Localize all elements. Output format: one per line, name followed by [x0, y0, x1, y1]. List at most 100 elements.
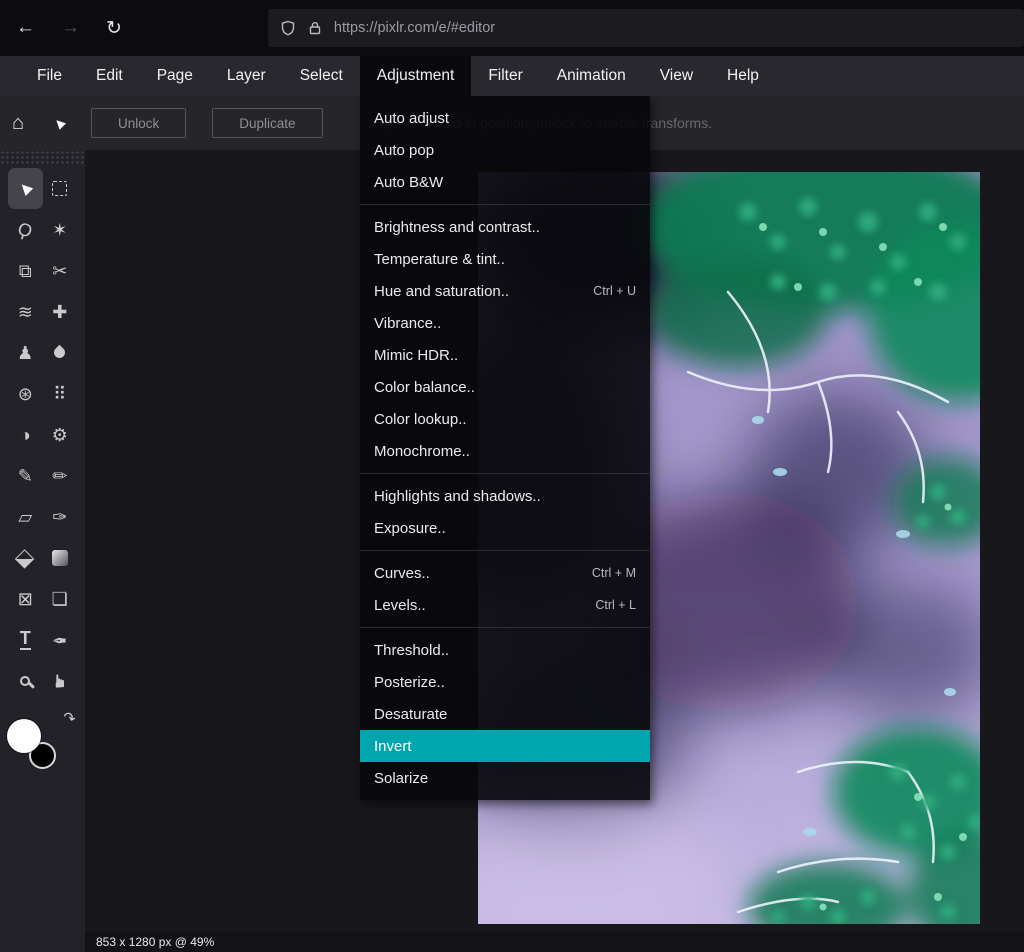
menu-item-solarize[interactable]: Solarize	[360, 762, 650, 794]
clone-stamp-icon: ♟	[17, 344, 33, 362]
lasso-icon: Ϙ	[16, 219, 35, 241]
back-icon[interactable]: ←	[16, 17, 35, 39]
arrange-tool[interactable]: ►	[8, 168, 43, 209]
home-icon[interactable]: ⌂	[12, 112, 24, 135]
menu-item-hue-and-saturation[interactable]: Hue and saturation..Ctrl + U	[360, 275, 650, 307]
foreground-color-swatch[interactable]	[7, 719, 41, 753]
menu-help[interactable]: Help	[710, 56, 776, 96]
sharpen-tool[interactable]: ⚙	[43, 414, 78, 455]
menu-adjustment[interactable]: Adjustment	[360, 56, 472, 96]
zoom-tool[interactable]	[8, 660, 43, 701]
menu-item-label: Auto pop	[374, 142, 636, 159]
menu-item-brightness-and-contrast[interactable]: Brightness and contrast..	[360, 211, 650, 243]
eraser-tool[interactable]: ▱	[8, 496, 43, 537]
menu-item-shortcut: Ctrl + L	[595, 598, 636, 612]
pen-tool[interactable]: ✎	[8, 455, 43, 496]
menu-item-label: Mimic HDR..	[374, 347, 636, 364]
crop-tool[interactable]: ⧉	[8, 250, 43, 291]
pencil-tool[interactable]: ✏	[43, 455, 78, 496]
statusbar: 853 x 1280 px @ 49%	[85, 932, 1024, 952]
menu-item-auto-pop[interactable]: Auto pop	[360, 134, 650, 166]
lock-icon	[307, 20, 323, 36]
menu-item-label: Hue and saturation..	[374, 283, 593, 300]
swap-colors-icon[interactable]: ↷	[61, 708, 78, 729]
menu-layer[interactable]: Layer	[210, 56, 283, 96]
sidebar-texture	[0, 150, 85, 166]
menu-item-posterize[interactable]: Posterize..	[360, 666, 650, 698]
unlock-button[interactable]: Unlock	[91, 108, 186, 138]
blur-tool[interactable]	[43, 332, 78, 373]
menu-item-label: Auto adjust	[374, 110, 636, 127]
cutout-tool[interactable]: ✂	[43, 250, 78, 291]
brush-icon: ✑	[52, 508, 67, 526]
menu-animation[interactable]: Animation	[540, 56, 643, 96]
pattern-icon: ⊛	[18, 385, 33, 403]
menu-item-label: Vibrance..	[374, 315, 636, 332]
menu-item-desaturate[interactable]: Desaturate	[360, 698, 650, 730]
hand-tool[interactable]: ☛	[43, 660, 78, 701]
duplicate-button[interactable]: Duplicate	[212, 108, 322, 138]
adjustment-dropdown: Auto adjust Auto pop Auto B&W Brightness an…	[360, 96, 650, 800]
menu-item-label: Brightness and contrast..	[374, 219, 636, 236]
menu-page[interactable]: Page	[140, 56, 210, 96]
frame-tool[interactable]: ⊠	[8, 578, 43, 619]
menu-item-levels[interactable]: Levels..Ctrl + L	[360, 589, 650, 621]
menu-item-exposure[interactable]: Exposure..	[360, 512, 650, 544]
wand-tool[interactable]: ✶	[43, 209, 78, 250]
hand-icon: ☛	[51, 672, 69, 688]
menu-view[interactable]: View	[643, 56, 710, 96]
clone-stamp-tool[interactable]: ♟	[8, 332, 43, 373]
menu-select[interactable]: Select	[283, 56, 360, 96]
menu-item-color-balance[interactable]: Color balance..	[360, 371, 650, 403]
menubar: FileEditPageLayerSelectAdjustmentFilterA…	[0, 56, 1024, 96]
shield-icon[interactable]	[280, 20, 296, 36]
menu-item-monochrome[interactable]: Monochrome..	[360, 435, 650, 467]
menu-item-label: Auto B&W	[374, 174, 636, 191]
color-picker-tool[interactable]: ✒	[43, 619, 78, 660]
menu-item-auto-adjust[interactable]: Auto adjust	[360, 102, 650, 134]
menu-item-mimic-hdr[interactable]: Mimic HDR..	[360, 339, 650, 371]
menu-item-highlights-and-shadows[interactable]: Highlights and shadows..	[360, 480, 650, 512]
menu-file[interactable]: File	[20, 56, 79, 96]
menu-item-label: Solarize	[374, 770, 636, 787]
menu-item-label: Levels..	[374, 597, 595, 614]
menu-item-label: Monochrome..	[374, 443, 636, 460]
menu-item-temperature-tint[interactable]: Temperature & tint..	[360, 243, 650, 275]
dodge-burn-tool[interactable]: ◑	[8, 414, 43, 455]
text-tool[interactable]: T	[8, 619, 43, 660]
menu-item-color-lookup[interactable]: Color lookup..	[360, 403, 650, 435]
fill-tool[interactable]: ◪	[8, 537, 43, 578]
gradient-tool[interactable]	[43, 537, 78, 578]
url-bar[interactable]: https://pixlr.com/e/#editor	[268, 9, 1024, 47]
arrange-icon: ►	[13, 176, 38, 201]
menu-item-threshold[interactable]: Threshold..	[360, 634, 650, 666]
marquee-tool[interactable]	[43, 168, 78, 209]
tool-sidebar: ► Ϙ ✶⧉ ✂ ≋✚ ♟ ⊛ ⠿ ◑ ⚙✎✏▱ ✑ ◪⊠❏T✒ ☛ ↷	[0, 150, 85, 952]
menu-divider	[360, 473, 650, 474]
menu-filter[interactable]: Filter	[471, 56, 539, 96]
menu-item-auto-b-w[interactable]: Auto B&W	[360, 166, 650, 198]
cutout-icon: ✂	[52, 262, 67, 280]
blur-icon	[52, 345, 68, 361]
dodge-burn-icon: ◑	[20, 426, 31, 444]
pattern-tool[interactable]: ⊛	[8, 373, 43, 414]
zoom-icon	[20, 676, 30, 686]
shape-tool[interactable]: ❏	[43, 578, 78, 619]
url-text[interactable]: https://pixlr.com/e/#editor	[334, 20, 495, 36]
menu-item-label: Temperature & tint..	[374, 251, 636, 268]
pixlr-editor-window: ← → ↻ https://pixlr.com/e/#editor FileEd…	[0, 0, 1024, 952]
menu-edit[interactable]: Edit	[79, 56, 140, 96]
liquify-tool[interactable]: ≋	[8, 291, 43, 332]
refresh-icon[interactable]: ↻	[106, 17, 122, 40]
brush-tool[interactable]: ✑	[43, 496, 78, 537]
tools-grid: ► Ϙ ✶⧉ ✂ ≋✚ ♟ ⊛ ⠿ ◑ ⚙✎✏▱ ✑ ◪⊠❏T✒ ☛	[0, 166, 85, 701]
lasso-tool[interactable]: Ϙ	[8, 209, 43, 250]
menu-item-curves[interactable]: Curves..Ctrl + M	[360, 557, 650, 589]
menu-item-vibrance[interactable]: Vibrance..	[360, 307, 650, 339]
menu-item-shortcut: Ctrl + U	[593, 284, 636, 298]
menu-item-invert[interactable]: Invert	[360, 730, 650, 762]
menu-divider	[360, 550, 650, 551]
sponge-tool[interactable]: ⠿	[43, 373, 78, 414]
heal-tool[interactable]: ✚	[43, 291, 78, 332]
forward-icon[interactable]: →	[61, 17, 80, 39]
